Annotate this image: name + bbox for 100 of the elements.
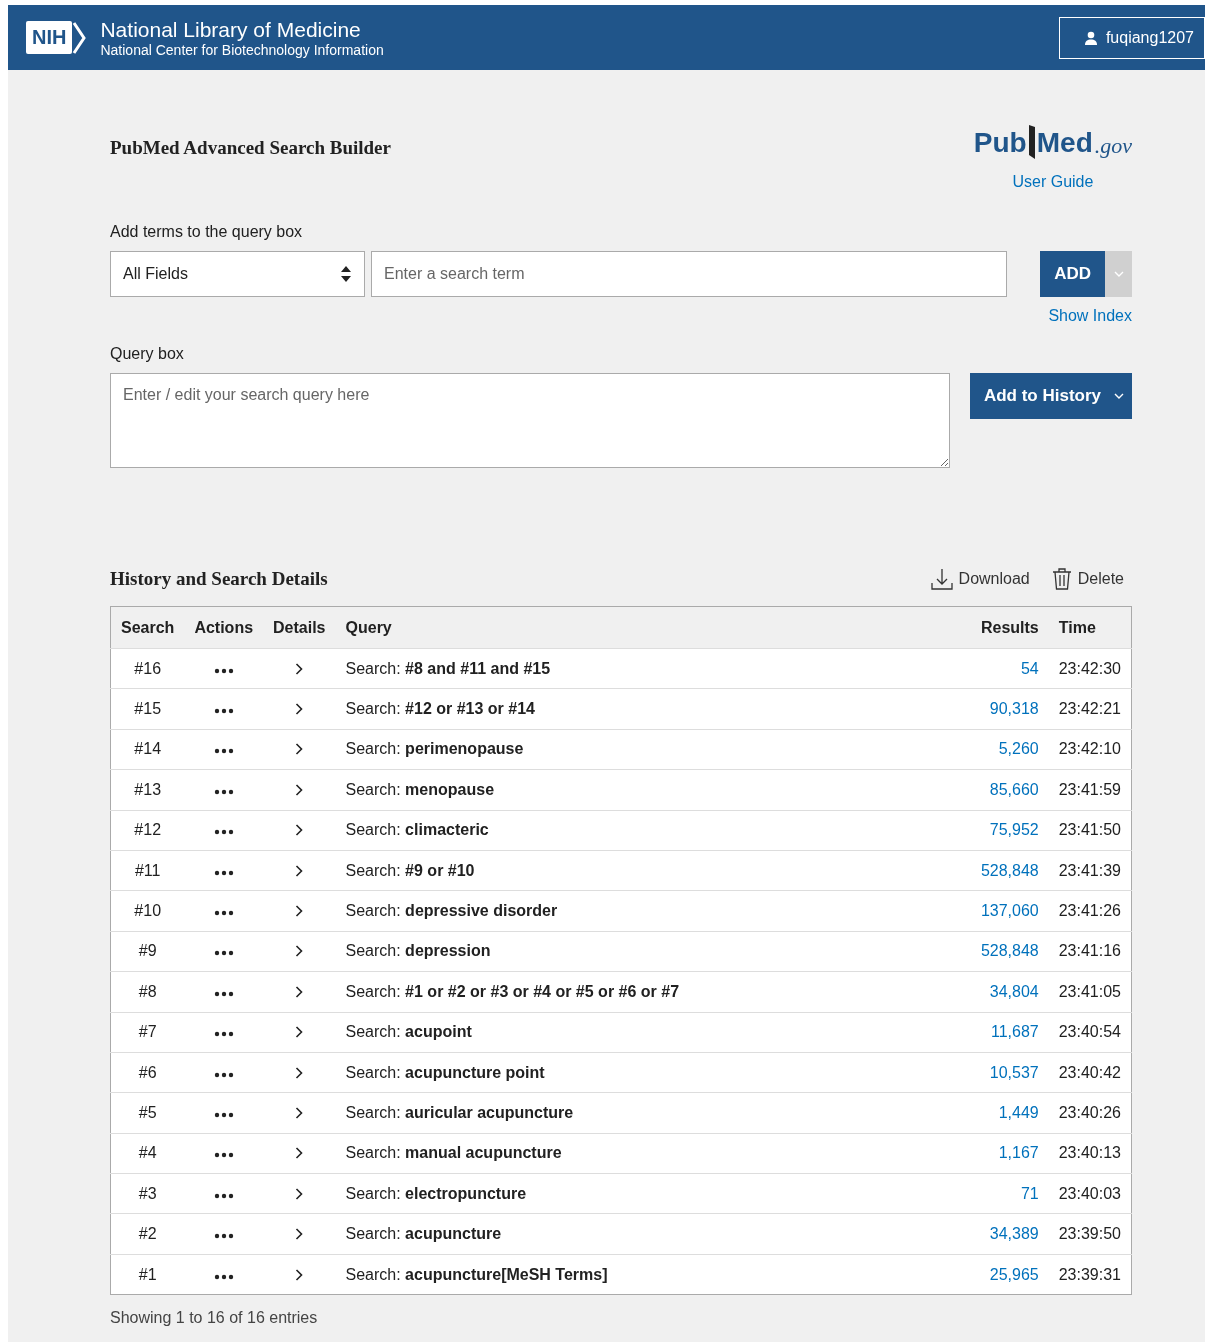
add-button[interactable]: ADD bbox=[1040, 251, 1132, 297]
query-text: Search: #9 or #10 bbox=[335, 850, 971, 891]
time-text: 23:40:54 bbox=[1048, 1012, 1132, 1053]
more-icon bbox=[213, 708, 234, 715]
delete-button[interactable]: Delete bbox=[1051, 568, 1124, 590]
chevron-right-icon bbox=[295, 945, 304, 958]
search-field[interactable]: Enter a search term bbox=[371, 251, 1007, 297]
more-icon bbox=[213, 1273, 234, 1280]
results-link[interactable]: 90,318 bbox=[989, 700, 1039, 718]
results-link[interactable]: 34,804 bbox=[989, 982, 1039, 1000]
show-index-link[interactable]: Show Index bbox=[1048, 307, 1132, 325]
column-header: Results bbox=[970, 606, 1049, 649]
more-icon bbox=[213, 1071, 234, 1078]
chevron-right-icon bbox=[295, 783, 304, 796]
query-text: Search: acupuncture bbox=[335, 1213, 971, 1255]
search-number: #13 bbox=[110, 769, 185, 811]
results-link[interactable]: 10,537 bbox=[989, 1063, 1039, 1081]
chevron-right-icon bbox=[295, 1026, 304, 1039]
search-number: #11 bbox=[110, 850, 185, 891]
field-label: Add terms to the query box bbox=[110, 223, 304, 241]
entries-summary: Showing 1 to 16 of 16 entries bbox=[110, 1309, 319, 1328]
search-number: #4 bbox=[110, 1133, 185, 1174]
results-link[interactable]: 528,848 bbox=[980, 942, 1039, 960]
time-text: 23:41:50 bbox=[1048, 810, 1132, 851]
more-icon bbox=[213, 788, 234, 795]
search-number: #9 bbox=[110, 931, 185, 972]
results-link[interactable]: 34,389 bbox=[989, 1225, 1039, 1243]
search-number: #3 bbox=[110, 1173, 185, 1214]
more-icon bbox=[213, 748, 234, 755]
more-icon bbox=[213, 1152, 234, 1159]
chevron-right-icon bbox=[295, 743, 304, 756]
query-text: Search: perimenopause bbox=[335, 729, 971, 770]
field-label: Query box bbox=[110, 345, 185, 363]
add-to-history-button[interactable]: Add to History bbox=[969, 373, 1132, 419]
search-number: #5 bbox=[110, 1092, 185, 1134]
page-title: PubMed Advanced Search Builder bbox=[110, 136, 391, 160]
more-icon bbox=[213, 829, 234, 836]
results-link[interactable]: 71 bbox=[1020, 1184, 1039, 1202]
results-link[interactable]: 5,260 bbox=[998, 740, 1039, 758]
query-text: Search: #1 or #2 or #3 or #4 or #5 or #6 or #7 bbox=[335, 971, 971, 1012]
time-text: 23:40:13 bbox=[1048, 1133, 1132, 1174]
query-text: Search: acupoint bbox=[335, 1012, 971, 1053]
search-number: #15 bbox=[110, 688, 185, 730]
caret-icon bbox=[1113, 393, 1124, 399]
org-subtitle: National Center for Biotechnology Information bbox=[100, 41, 384, 58]
results-link[interactable]: 11,687 bbox=[990, 1023, 1039, 1041]
query-text: Search: depressive disorder bbox=[335, 890, 971, 932]
chevron-right-icon bbox=[295, 703, 304, 716]
more-icon bbox=[213, 1112, 234, 1118]
pubmed-logo[interactable]: Pub Med.gov bbox=[973, 125, 1132, 159]
time-text: 23:41:05 bbox=[1048, 971, 1132, 1012]
column-header: Details bbox=[263, 606, 336, 649]
more-icon bbox=[213, 667, 234, 674]
column-header: Search bbox=[110, 606, 185, 649]
more-icon bbox=[213, 1031, 234, 1038]
chevron-right-icon bbox=[295, 1187, 304, 1200]
chevron-icon bbox=[72, 20, 87, 55]
chevron-right-icon bbox=[295, 1107, 304, 1119]
chevron-right-icon bbox=[295, 1228, 304, 1241]
results-link[interactable]: 528,848 bbox=[980, 861, 1039, 879]
field-select[interactable]: All Fields bbox=[110, 251, 365, 297]
more-icon bbox=[213, 910, 234, 917]
time-text: 23:40:03 bbox=[1048, 1173, 1132, 1214]
search-number: #8 bbox=[110, 971, 185, 1012]
download-button[interactable]: Download bbox=[930, 568, 1030, 590]
search-number: #14 bbox=[110, 729, 185, 770]
search-number: #10 bbox=[110, 890, 185, 932]
nih-logo[interactable]: NIH bbox=[26, 20, 87, 55]
time-text: 23:41:39 bbox=[1048, 850, 1132, 891]
user-button[interactable]: fuqiang1207 bbox=[1058, 16, 1205, 59]
search-number: #2 bbox=[110, 1213, 185, 1255]
column-header: Actions bbox=[184, 606, 264, 649]
results-link[interactable]: 1,449 bbox=[998, 1104, 1039, 1121]
results-link[interactable]: 137,060 bbox=[980, 902, 1039, 920]
user-guide-link[interactable]: User Guide bbox=[1012, 173, 1094, 191]
search-number: #12 bbox=[110, 810, 185, 851]
column-header: Query bbox=[335, 606, 971, 649]
sort-icon bbox=[340, 265, 352, 283]
chevron-right-icon bbox=[295, 1268, 304, 1281]
time-text: 23:42:30 bbox=[1048, 648, 1132, 689]
results-link[interactable]: 1,167 bbox=[998, 1144, 1039, 1162]
search-number: #16 bbox=[110, 648, 185, 689]
chevron-right-icon bbox=[295, 905, 304, 918]
results-link[interactable]: 25,965 bbox=[989, 1265, 1039, 1283]
query-text: Search: auricular acupuncture bbox=[335, 1092, 971, 1134]
logo-text: Med bbox=[1036, 127, 1093, 159]
time-text: 23:42:21 bbox=[1048, 688, 1132, 730]
time-text: 23:39:31 bbox=[1048, 1254, 1132, 1295]
query-text: Search: acupuncture[MeSH Terms] bbox=[335, 1254, 971, 1295]
book-icon bbox=[1026, 125, 1037, 159]
search-number: #6 bbox=[110, 1052, 185, 1093]
query-text: Search: depression bbox=[335, 931, 971, 972]
logo-text: .gov bbox=[1094, 133, 1132, 159]
query-text: Search: menopause bbox=[335, 769, 971, 811]
search-number: #7 bbox=[110, 1012, 185, 1053]
results-link[interactable]: 75,952 bbox=[989, 821, 1039, 839]
time-text: 23:40:26 bbox=[1048, 1092, 1132, 1134]
results-link[interactable]: 85,660 bbox=[989, 780, 1039, 798]
results-link[interactable]: 54 bbox=[1020, 659, 1039, 677]
query-field[interactable]: Enter / edit your search query here bbox=[110, 373, 950, 468]
